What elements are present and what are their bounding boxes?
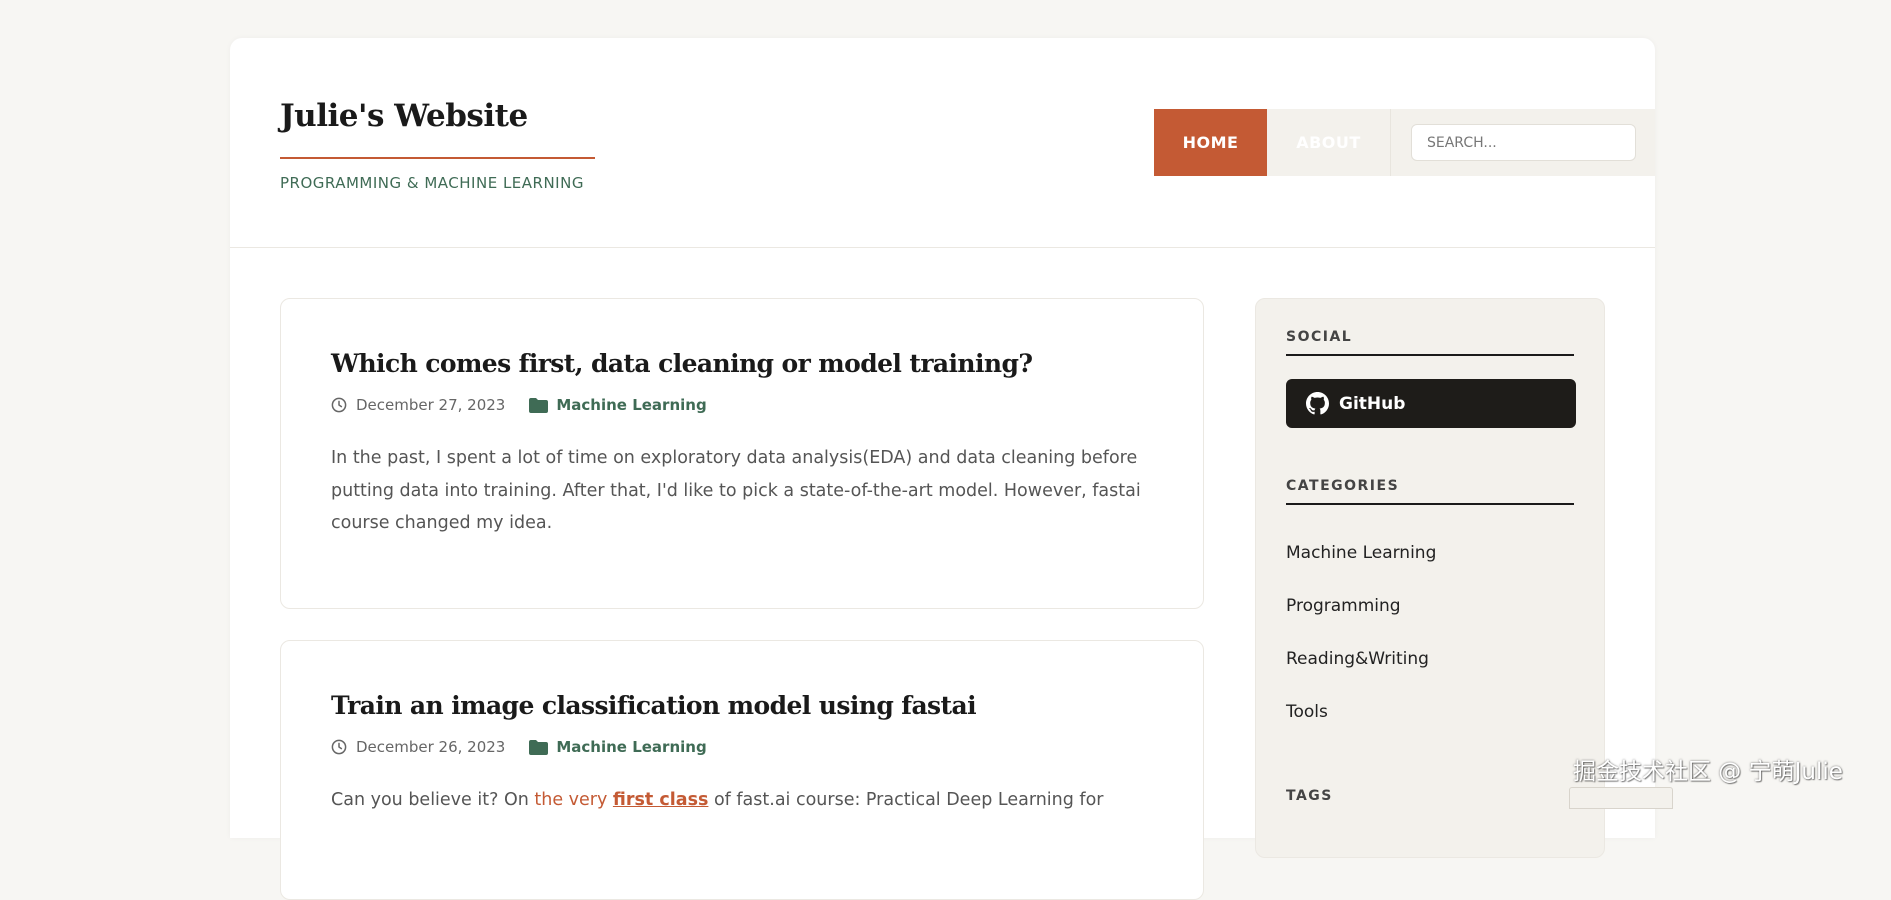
post-excerpt: In the past, I spent a lot of time on ex… bbox=[331, 448, 1141, 533]
sidebar: SOCIAL GitHub CATEGORIES Machine Learnin… bbox=[1255, 298, 1605, 858]
nav-item-about[interactable]: ABOUT bbox=[1267, 109, 1391, 176]
github-icon bbox=[1306, 392, 1329, 415]
github-button[interactable]: GitHub bbox=[1286, 379, 1576, 428]
post-date: December 26, 2023 bbox=[356, 738, 506, 756]
main-nav: HOME ABOUT bbox=[1154, 109, 1655, 176]
category-item[interactable]: Machine Learning bbox=[1286, 542, 1436, 595]
social-widget-title: SOCIAL bbox=[1286, 329, 1574, 356]
excerpt-text: Can you believe it? On bbox=[331, 790, 535, 810]
post-meta: December 26, 2023 Machine Learning bbox=[331, 738, 707, 756]
post-excerpt: Can you believe it? On the very first cl… bbox=[331, 784, 1156, 817]
folder-icon bbox=[529, 739, 549, 755]
category-item[interactable]: Reading&Writing bbox=[1286, 648, 1436, 701]
excerpt-link[interactable]: the very bbox=[534, 790, 613, 810]
clock-icon bbox=[331, 397, 347, 413]
clock-icon bbox=[331, 739, 347, 755]
post-category-link[interactable]: Machine Learning bbox=[556, 396, 706, 414]
post-category-link[interactable]: Machine Learning bbox=[556, 738, 706, 756]
category-list: Machine Learning Programming Reading&Wri… bbox=[1286, 542, 1436, 754]
nav-item-home[interactable]: HOME bbox=[1154, 109, 1267, 176]
excerpt-text: of fast.ai course: Practical Deep Learni… bbox=[708, 790, 1104, 810]
category-item[interactable]: Tools bbox=[1286, 701, 1436, 754]
site-title[interactable]: Julie's Website bbox=[280, 98, 528, 134]
title-divider bbox=[280, 157, 595, 159]
post-card: Which comes first, data cleaning or mode… bbox=[280, 298, 1204, 609]
site-header: Julie's Website PROGRAMMING & MACHINE LE… bbox=[230, 38, 1655, 248]
category-item[interactable]: Programming bbox=[1286, 595, 1436, 648]
excerpt-link-bold[interactable]: first class bbox=[613, 790, 709, 810]
watermark: 掘金技术社区 @ 宁萌Julie bbox=[1573, 759, 1843, 785]
post-title[interactable]: Train an image classification model usin… bbox=[331, 691, 977, 720]
search-input[interactable] bbox=[1411, 124, 1636, 161]
post-title[interactable]: Which comes first, data cleaning or mode… bbox=[331, 349, 1033, 378]
post-date: December 27, 2023 bbox=[356, 396, 506, 414]
page-container: Julie's Website PROGRAMMING & MACHINE LE… bbox=[230, 38, 1655, 900]
site-tagline: PROGRAMMING & MACHINE LEARNING bbox=[280, 174, 584, 192]
categories-widget-title: CATEGORIES bbox=[1286, 478, 1574, 505]
post-meta: December 27, 2023 Machine Learning bbox=[331, 396, 707, 414]
tags-widget-title: TAGS bbox=[1286, 788, 1333, 804]
post-card: Train an image classification model usin… bbox=[280, 640, 1204, 900]
floating-widget[interactable] bbox=[1569, 787, 1673, 809]
folder-icon bbox=[529, 397, 549, 413]
github-button-label: GitHub bbox=[1339, 393, 1406, 414]
